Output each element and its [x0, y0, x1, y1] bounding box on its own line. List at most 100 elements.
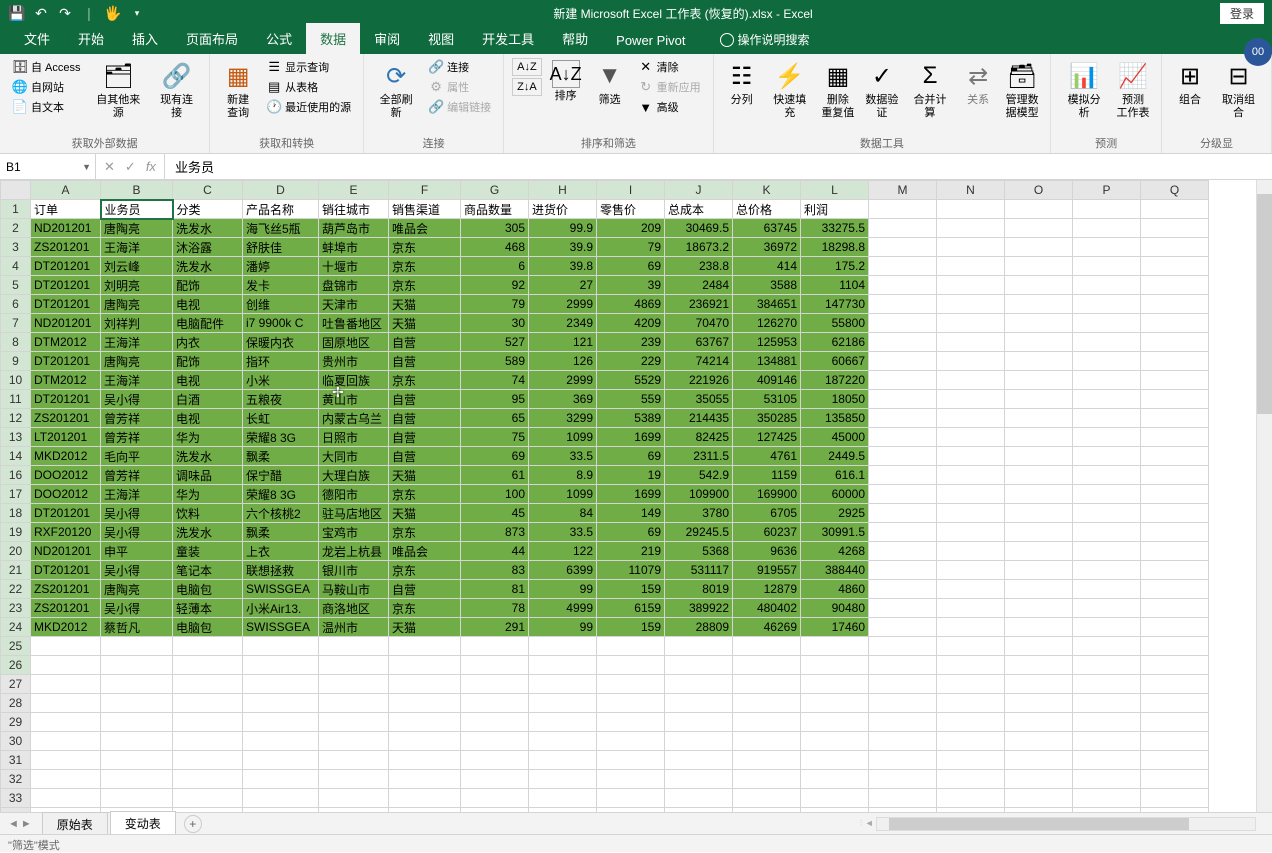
cell[interactable]: [319, 694, 389, 713]
cell[interactable]: [937, 751, 1005, 770]
data-cell[interactable]: 99: [529, 580, 597, 599]
save-icon[interactable]: 💾: [8, 4, 26, 22]
data-cell[interactable]: 175.2: [801, 257, 869, 276]
data-cell[interactable]: 33275.5: [801, 219, 869, 238]
data-cell[interactable]: 潘婷: [243, 257, 319, 276]
data-cell[interactable]: 82425: [665, 428, 733, 447]
cell[interactable]: [937, 371, 1005, 390]
data-cell[interactable]: 小米Air13.: [243, 599, 319, 618]
data-cell[interactable]: 王海洋: [101, 333, 173, 352]
row-header-32[interactable]: 32: [1, 770, 31, 789]
data-cell[interactable]: 39.9: [529, 238, 597, 257]
row-header-21[interactable]: 21: [1, 561, 31, 580]
cell[interactable]: [173, 694, 243, 713]
data-cell[interactable]: 王海洋: [101, 371, 173, 390]
data-cell[interactable]: 大理白族: [319, 466, 389, 485]
filter-button[interactable]: ▼筛选: [590, 58, 630, 109]
cell[interactable]: [389, 770, 461, 789]
text-to-columns-button[interactable]: ☷分列: [722, 58, 762, 109]
tab-pagelayout[interactable]: 页面布局: [172, 23, 252, 54]
data-cell[interactable]: 2999: [529, 371, 597, 390]
data-cell[interactable]: 236921: [665, 295, 733, 314]
data-cell[interactable]: 天津市: [319, 295, 389, 314]
row-header-26[interactable]: 26: [1, 656, 31, 675]
row-header-28[interactable]: 28: [1, 694, 31, 713]
data-cell[interactable]: 5529: [597, 371, 665, 390]
cell[interactable]: [801, 770, 869, 789]
from-table-button[interactable]: ▤从表格: [262, 78, 355, 96]
cell[interactable]: [1073, 713, 1141, 732]
cell[interactable]: [319, 713, 389, 732]
cell[interactable]: [1005, 656, 1073, 675]
data-cell[interactable]: LT201201: [31, 428, 101, 447]
data-cell[interactable]: 125953: [733, 333, 801, 352]
cell[interactable]: [1141, 656, 1209, 675]
cell[interactable]: [937, 257, 1005, 276]
data-cell[interactable]: 自营: [389, 352, 461, 371]
row-header-25[interactable]: 25: [1, 637, 31, 656]
cell[interactable]: [389, 789, 461, 808]
data-cell[interactable]: 京东: [389, 523, 461, 542]
tab-powerpivot[interactable]: Power Pivot: [602, 27, 699, 54]
row-header-7[interactable]: 7: [1, 314, 31, 333]
cell[interactable]: [1073, 200, 1141, 219]
data-cell[interactable]: 十堰市: [319, 257, 389, 276]
cell[interactable]: [869, 390, 937, 409]
data-cell[interactable]: 109900: [665, 485, 733, 504]
data-cell[interactable]: 27: [529, 276, 597, 295]
cell[interactable]: [869, 352, 937, 371]
cell[interactable]: [529, 751, 597, 770]
cell[interactable]: [937, 238, 1005, 257]
data-cell[interactable]: 209: [597, 219, 665, 238]
col-header-J[interactable]: J: [665, 181, 733, 200]
data-cell[interactable]: SWISSGEA: [243, 618, 319, 637]
cell[interactable]: [937, 656, 1005, 675]
data-cell[interactable]: 自营: [389, 428, 461, 447]
cell[interactable]: [1073, 580, 1141, 599]
cell[interactable]: [869, 732, 937, 751]
undo-icon[interactable]: ↶: [32, 4, 50, 22]
cell[interactable]: [1005, 257, 1073, 276]
data-cell[interactable]: 4761: [733, 447, 801, 466]
cell[interactable]: [1005, 314, 1073, 333]
cell[interactable]: [801, 637, 869, 656]
data-cell[interactable]: ND201201: [31, 219, 101, 238]
cell[interactable]: [937, 295, 1005, 314]
cell[interactable]: [173, 770, 243, 789]
cell[interactable]: [1005, 580, 1073, 599]
cell[interactable]: [1005, 485, 1073, 504]
cell[interactable]: [1005, 447, 1073, 466]
cell[interactable]: [1073, 656, 1141, 675]
cell[interactable]: [937, 561, 1005, 580]
cell[interactable]: [1005, 504, 1073, 523]
row-header-16[interactable]: 16: [1, 466, 31, 485]
data-cell[interactable]: 调味品: [173, 466, 243, 485]
row-header-9[interactable]: 9: [1, 352, 31, 371]
row-header-30[interactable]: 30: [1, 732, 31, 751]
data-cell[interactable]: 30991.5: [801, 523, 869, 542]
data-cell[interactable]: 29245.5: [665, 523, 733, 542]
cell[interactable]: [937, 276, 1005, 295]
cell[interactable]: [801, 713, 869, 732]
cell[interactable]: [1073, 561, 1141, 580]
data-cell[interactable]: 1699: [597, 428, 665, 447]
header-cell[interactable]: 零售价: [597, 200, 665, 219]
cell[interactable]: [1005, 789, 1073, 808]
fx-icon[interactable]: fx: [146, 159, 156, 174]
cell[interactable]: [1005, 409, 1073, 428]
cell[interactable]: [1073, 637, 1141, 656]
col-header-M[interactable]: M: [869, 181, 937, 200]
cell[interactable]: [1073, 485, 1141, 504]
data-cell[interactable]: 33.5: [529, 523, 597, 542]
data-cell[interactable]: 德阳市: [319, 485, 389, 504]
tab-data[interactable]: 数据: [306, 23, 360, 54]
cell[interactable]: [461, 732, 529, 751]
cell[interactable]: [869, 561, 937, 580]
cell[interactable]: [937, 713, 1005, 732]
data-cell[interactable]: 468: [461, 238, 529, 257]
row-header-6[interactable]: 6: [1, 295, 31, 314]
cell[interactable]: [31, 770, 101, 789]
cell[interactable]: [1141, 257, 1209, 276]
redo-icon[interactable]: ↷: [56, 4, 74, 22]
cell[interactable]: [665, 694, 733, 713]
